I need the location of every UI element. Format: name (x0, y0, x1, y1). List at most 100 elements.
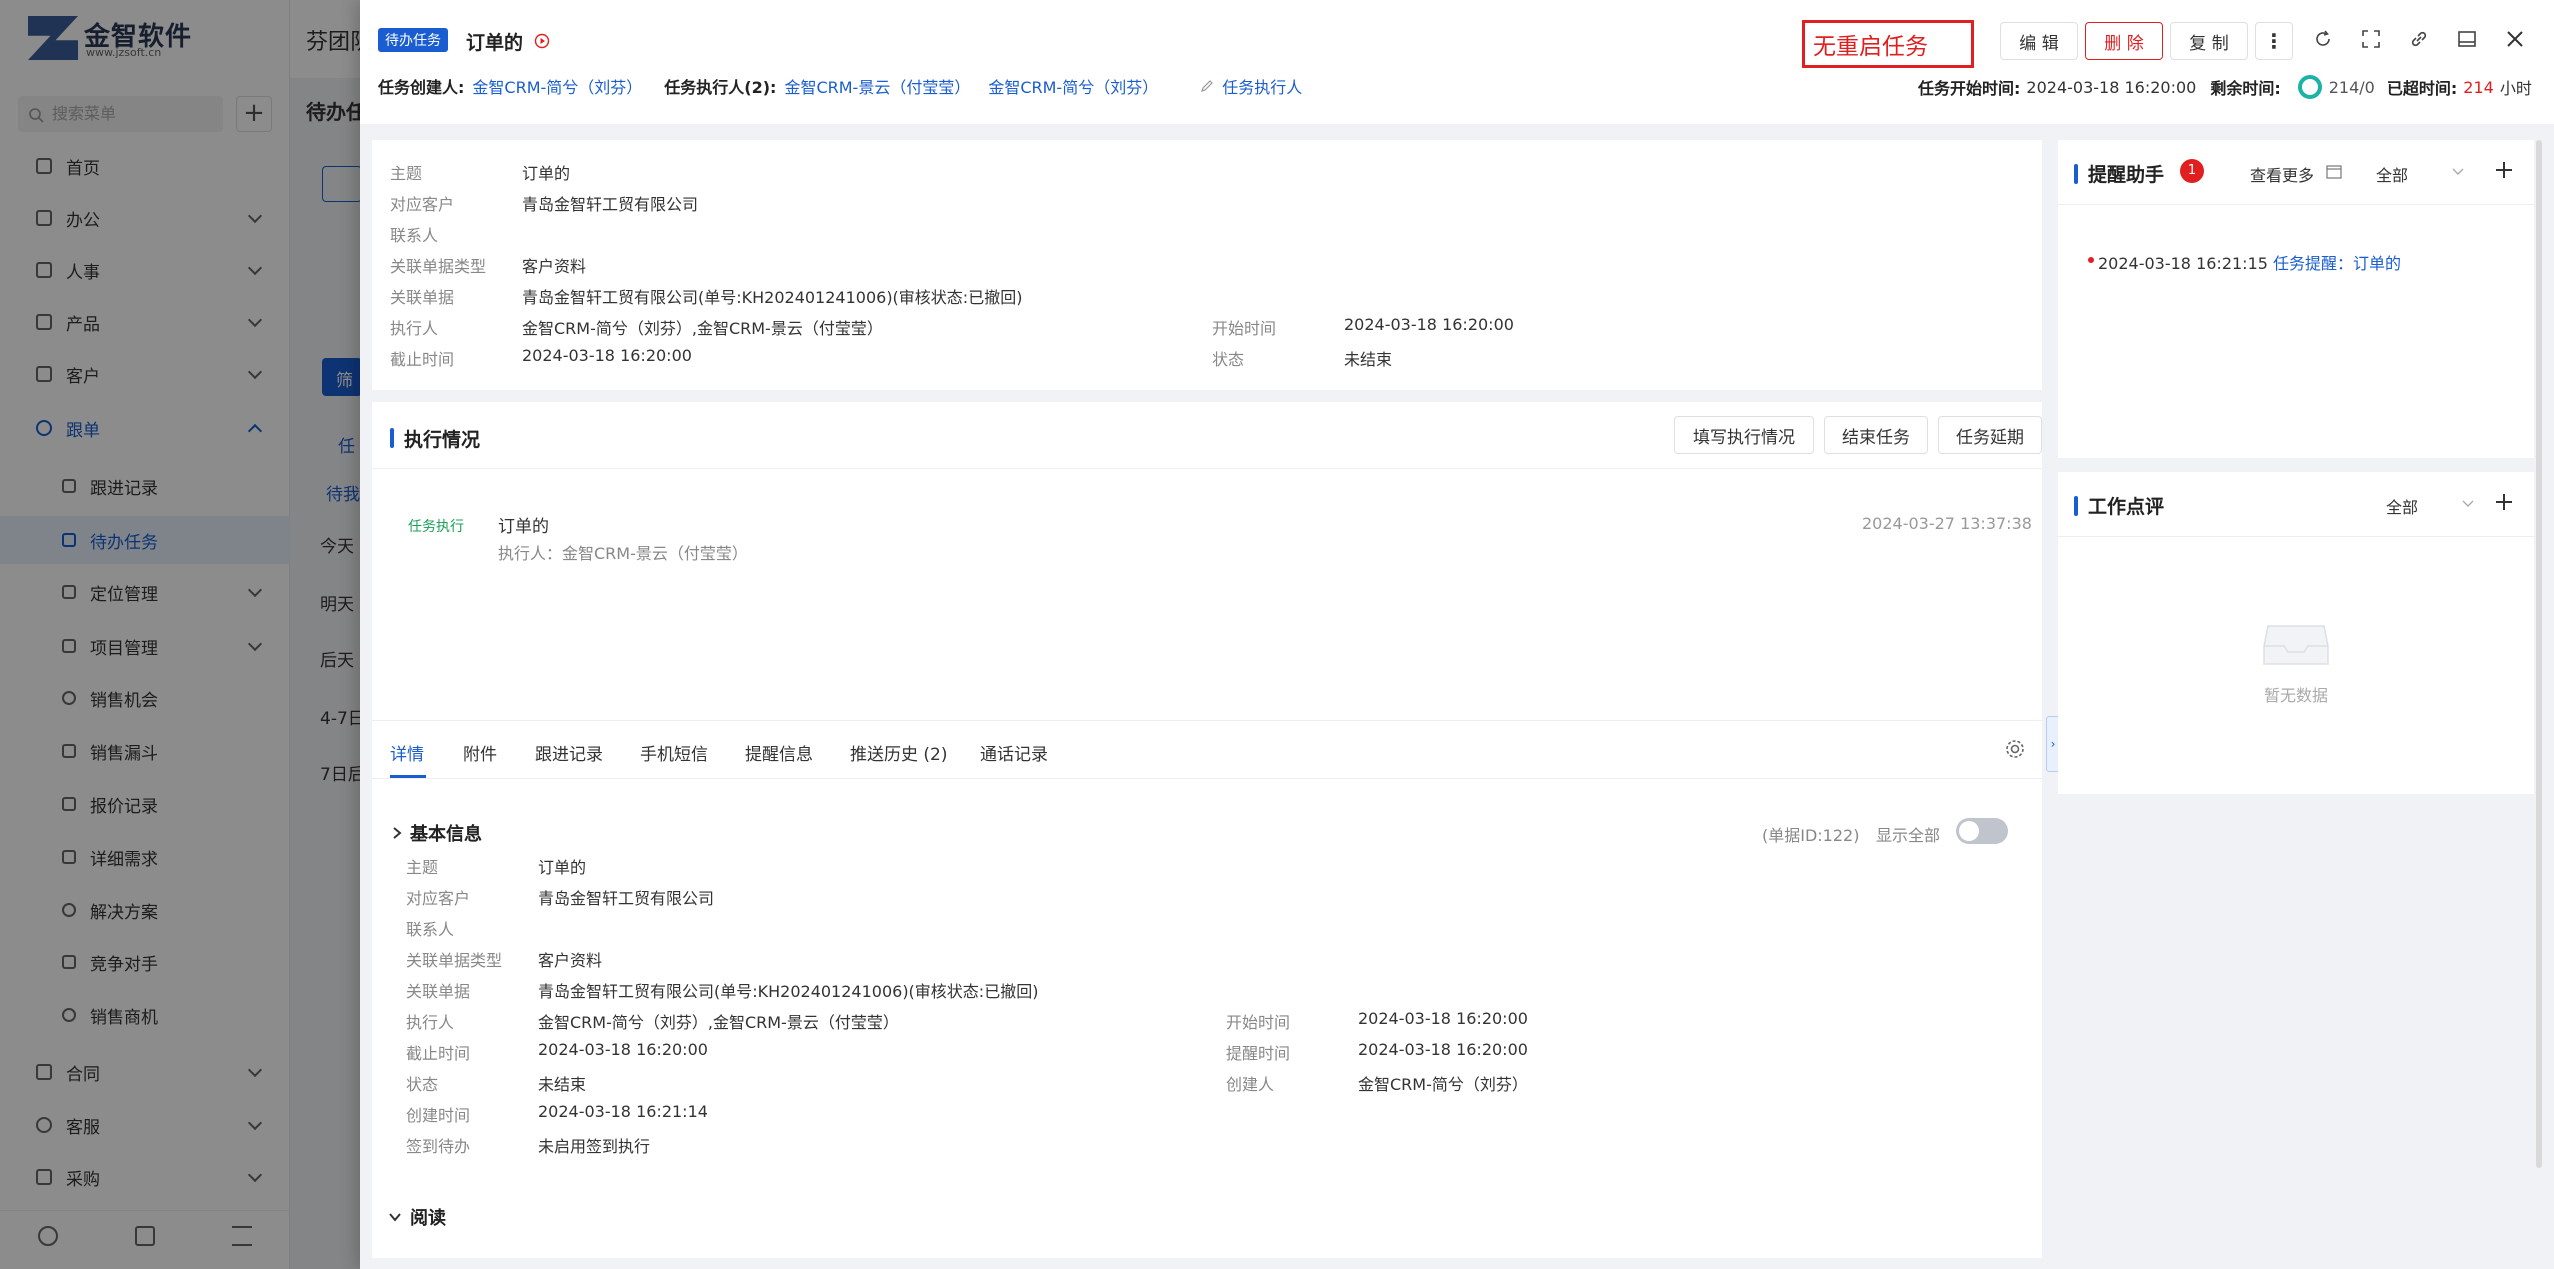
fill-execution-button[interactable]: 填写执行情况 (1674, 416, 1814, 454)
field-label: 执行人 (406, 1013, 455, 1032)
execution-entry-title: 订单的 (498, 517, 549, 537)
reminder-item-link[interactable]: 任务提醒：订单的 (2273, 254, 2401, 273)
executors-label: 任务执行人(2): (664, 78, 777, 97)
field-label: 关联单据 (406, 982, 471, 1001)
execution-panel: 执行情况 填写执行情况 结束任务 任务延期 任务执行 订单的 执行人：金智CRM… (372, 402, 2042, 720)
related-doc-link[interactable]: 青岛金智轩工贸有限公司(单号:KH202401241006)(审核状态:已撤回) (522, 284, 1022, 308)
field-label: 截止时间 (390, 350, 455, 369)
execution-entry-executor: 执行人：金智CRM-景云（付莹莹） (498, 544, 748, 563)
copy-button[interactable]: 复 制 (2170, 22, 2248, 60)
tab-reminders[interactable]: 提醒信息 (745, 740, 813, 765)
field-label: 执行人 (390, 319, 439, 338)
field-value: 未启用签到执行 (538, 1137, 651, 1156)
field-value: 订单的 (522, 164, 571, 183)
tab-push-history[interactable]: 推送历史 (2) (850, 740, 947, 765)
field-label: 关联单据类型 (390, 257, 487, 276)
basic-info-title[interactable]: 基本信息 (410, 820, 482, 846)
field-value: 2024-03-18 16:20:00 (1358, 1009, 1528, 1028)
field-label: 创建时间 (406, 1106, 471, 1125)
empty-state-text: 暂无数据 (2263, 686, 2328, 705)
section-accent (2074, 496, 2078, 516)
reminder-item[interactable]: 2024-03-18 16:21:15 任务提醒：订单的 (2098, 250, 2401, 274)
tab-details[interactable]: 详情 (390, 740, 424, 765)
field-label: 对应客户 (390, 195, 455, 214)
field-label: 提醒时间 (1226, 1044, 1291, 1063)
reminder-filter-select[interactable]: 全部 (2376, 162, 2408, 186)
postpone-task-button[interactable]: 任务延期 (1938, 416, 2042, 454)
field-value: 2024-03-18 16:20:00 (1358, 1040, 1528, 1059)
field-value: 2024-03-18 16:21:14 (538, 1102, 708, 1121)
reminder-count-badge: 1 (2180, 159, 2204, 183)
scrollbar[interactable] (2536, 140, 2542, 1168)
divider (2058, 204, 2534, 205)
review-filter-select[interactable]: 全部 (2386, 494, 2418, 518)
close-icon[interactable] (2505, 29, 2525, 49)
plus-icon[interactable] (2494, 160, 2514, 180)
field-label: 主题 (406, 858, 439, 877)
chevron-right-icon[interactable] (390, 826, 404, 840)
external-window-icon[interactable] (2326, 165, 2342, 179)
field-value: 2024-03-18 16:20:00 (522, 346, 692, 365)
fullscreen-icon[interactable] (2361, 29, 2381, 49)
delete-button[interactable]: 删 除 (2085, 22, 2163, 60)
field-label: 状态 (406, 1075, 439, 1094)
execution-entry-tag: 任务执行 (408, 519, 464, 535)
tab-followup[interactable]: 跟进记录 (535, 740, 603, 765)
window-icon[interactable] (2457, 29, 2477, 49)
reminder-item-time: 2024-03-18 16:21:15 (2098, 254, 2268, 273)
tab-sms[interactable]: 手机短信 (640, 740, 708, 765)
chevron-down-icon[interactable] (2462, 500, 2474, 508)
creator-label: 任务创建人: (378, 78, 465, 97)
tab-attachments[interactable]: 附件 (463, 740, 497, 765)
field-value: 未结束 (538, 1075, 587, 1094)
modal-overlay[interactable] (0, 0, 360, 1269)
remaining-label: 剩余时间: (2210, 79, 2281, 98)
end-task-button[interactable]: 结束任务 (1824, 416, 1928, 454)
field-label: 联系人 (406, 920, 455, 939)
pencil-icon (1201, 80, 1214, 92)
show-all-toggle[interactable] (1956, 818, 2008, 844)
field-label: 联系人 (390, 226, 439, 245)
task-type-badge: 待办任务 (378, 28, 448, 52)
executor-link[interactable]: 金智CRM-景云（付莹莹） (784, 74, 970, 98)
field-value: 2024-03-18 16:20:00 (1344, 315, 1514, 334)
refresh-icon[interactable] (2313, 29, 2333, 49)
chevron-down-icon[interactable] (388, 1210, 402, 1224)
creator-link[interactable]: 金智CRM-简兮（刘芬） (472, 74, 642, 98)
field-label: 关联单据类型 (406, 951, 503, 970)
reminder-title: 提醒助手 (2088, 164, 2165, 186)
task-detail-drawer: 待办任务 订单的 任务创建人: 金智CRM-简兮（刘芬） 任务执行人(2): 金… (360, 0, 2554, 1269)
field-label: 关联单据 (390, 288, 455, 307)
divider (2058, 536, 2534, 537)
edit-button[interactable]: 编 辑 (2000, 22, 2078, 60)
start-time-value: 2024-03-18 16:20:00 (2026, 77, 2197, 97)
customer-link[interactable]: 青岛金智轩工贸有限公司 (538, 885, 714, 909)
field-value: 金智CRM-简兮（刘芬）,金智CRM-景云（付莹莹） (522, 319, 883, 338)
remaining-value: 214/0 (2328, 77, 2375, 97)
task-time-info: 任务开始时间: 2024-03-18 16:20:00 剩余时间: 214/0 … (1918, 74, 2532, 100)
read-section-title[interactable]: 阅读 (410, 1204, 446, 1230)
field-value: 订单的 (538, 858, 587, 877)
customer-link[interactable]: 青岛金智轩工贸有限公司 (522, 191, 698, 215)
play-circle-icon[interactable] (534, 33, 550, 49)
review-title: 工作点评 (2088, 496, 2165, 518)
plus-icon[interactable] (2494, 492, 2514, 512)
field-label: 创建人 (1226, 1075, 1275, 1094)
edit-executors-link[interactable]: 任务执行人 (1222, 74, 1302, 98)
executor-link[interactable]: 金智CRM-简兮（刘芬） (988, 74, 1158, 98)
doc-id: (单据ID:122) (1762, 826, 1860, 845)
remaining-ring-icon (2297, 75, 2322, 99)
link-icon[interactable] (2409, 29, 2429, 49)
gear-icon[interactable] (2004, 738, 2026, 760)
more-options-button[interactable]: ⋮ (2255, 22, 2293, 60)
summary-panel: 主题 订单的 对应客户 青岛金智轩工贸有限公司 联系人 关联单据类型 客户资料 … (372, 140, 2042, 390)
execution-title: 执行情况 (404, 429, 481, 451)
field-value: 客户资料 (522, 257, 587, 276)
tab-call-log[interactable]: 通话记录 (980, 740, 1048, 765)
chevron-down-icon[interactable] (2452, 168, 2464, 176)
field-label: 开始时间 (1226, 1013, 1291, 1032)
divider (372, 468, 2042, 469)
overdue-unit: 小时 (2499, 79, 2532, 98)
related-doc-link[interactable]: 青岛金智轩工贸有限公司(单号:KH202401241006)(审核状态:已撤回) (538, 978, 1038, 1002)
view-more-link[interactable]: 查看更多 (2250, 162, 2314, 186)
